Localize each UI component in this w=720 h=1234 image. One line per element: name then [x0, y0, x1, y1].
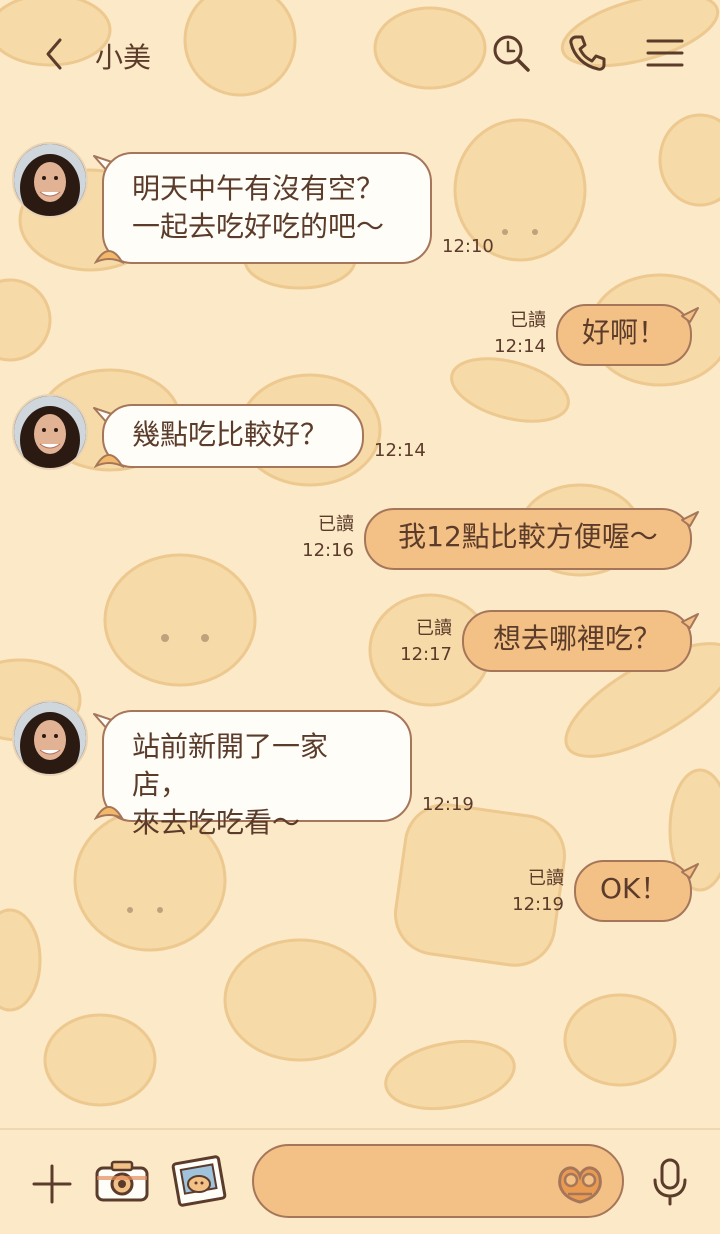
- message-text: 站前新開了一家店， 來去吃吃看～: [132, 730, 329, 839]
- outgoing-message-bubble[interactable]: 好啊！: [556, 304, 692, 366]
- pretzel-sticker-icon[interactable]: [554, 1158, 606, 1210]
- message-read-status: 已讀 12:19: [498, 866, 564, 918]
- search-icon[interactable]: [490, 32, 532, 74]
- plus-icon[interactable]: [30, 1162, 74, 1210]
- message-input-bar: [0, 1128, 720, 1234]
- camera-icon[interactable]: [94, 1158, 150, 1208]
- microphone-icon[interactable]: [650, 1158, 690, 1210]
- photo-icon[interactable]: [170, 1154, 228, 1212]
- chat-header: 小美: [0, 0, 720, 108]
- bubble-tail: [681, 613, 699, 629]
- phone-icon[interactable]: [566, 32, 608, 74]
- message-text: 想去哪裡吃？: [492, 622, 661, 655]
- message-time: 12:19: [512, 894, 564, 915]
- message-time: 12:10: [442, 236, 494, 257]
- read-label: 已讀: [528, 868, 564, 889]
- message-read-status: 已讀 12:14: [480, 308, 546, 360]
- message-time: 12:17: [400, 644, 452, 665]
- message-text: OK！: [600, 872, 669, 905]
- read-label: 已讀: [510, 310, 546, 331]
- outgoing-message-bubble[interactable]: 我12點比較方便喔～: [364, 508, 692, 570]
- croissant-icon: [94, 806, 124, 821]
- incoming-message-bubble[interactable]: 幾點吃比較好？: [102, 404, 364, 468]
- read-label: 已讀: [318, 514, 354, 535]
- back-chevron-icon[interactable]: [36, 34, 76, 74]
- bubble-tail: [681, 863, 699, 879]
- message-text: 幾點吃比較好？: [132, 418, 329, 451]
- incoming-message-bubble[interactable]: 站前新開了一家店， 來去吃吃看～: [102, 710, 412, 839]
- avatar[interactable]: [12, 142, 88, 218]
- message-time: 12:14: [374, 440, 426, 461]
- incoming-message-bubble[interactable]: 明天中午有沒有空？ 一起去吃好吃的吧～: [102, 152, 432, 264]
- avatar[interactable]: [12, 394, 88, 470]
- message-time: 12:19: [422, 794, 474, 815]
- outgoing-message-bubble[interactable]: 想去哪裡吃？: [462, 610, 692, 672]
- menu-icon[interactable]: [644, 32, 686, 74]
- message-input[interactable]: [252, 1144, 624, 1218]
- bubble-tail: [681, 511, 699, 527]
- message-text: 我12點比較方便喔～: [398, 520, 658, 553]
- message-time: 12:14: [494, 336, 546, 357]
- message-list[interactable]: 明天中午有沒有空？ 一起去吃好吃的吧～ 12:10 已讀 12:14 好啊！ 幾…: [0, 108, 720, 1128]
- message-read-status: 已讀 12:17: [386, 616, 452, 668]
- bubble-tail: [681, 307, 699, 323]
- message-text: 明天中午有沒有空？ 一起去吃好吃的吧～: [132, 172, 385, 243]
- message-text: 好啊！: [582, 316, 667, 349]
- avatar[interactable]: [12, 700, 88, 776]
- contact-name: 小美: [95, 41, 152, 74]
- croissant-icon: [94, 454, 124, 469]
- croissant-icon: [94, 250, 124, 265]
- outgoing-message-bubble[interactable]: OK！: [574, 860, 692, 922]
- message-read-status: 已讀 12:16: [288, 512, 354, 564]
- message-time: 12:16: [302, 540, 354, 561]
- read-label: 已讀: [416, 618, 452, 639]
